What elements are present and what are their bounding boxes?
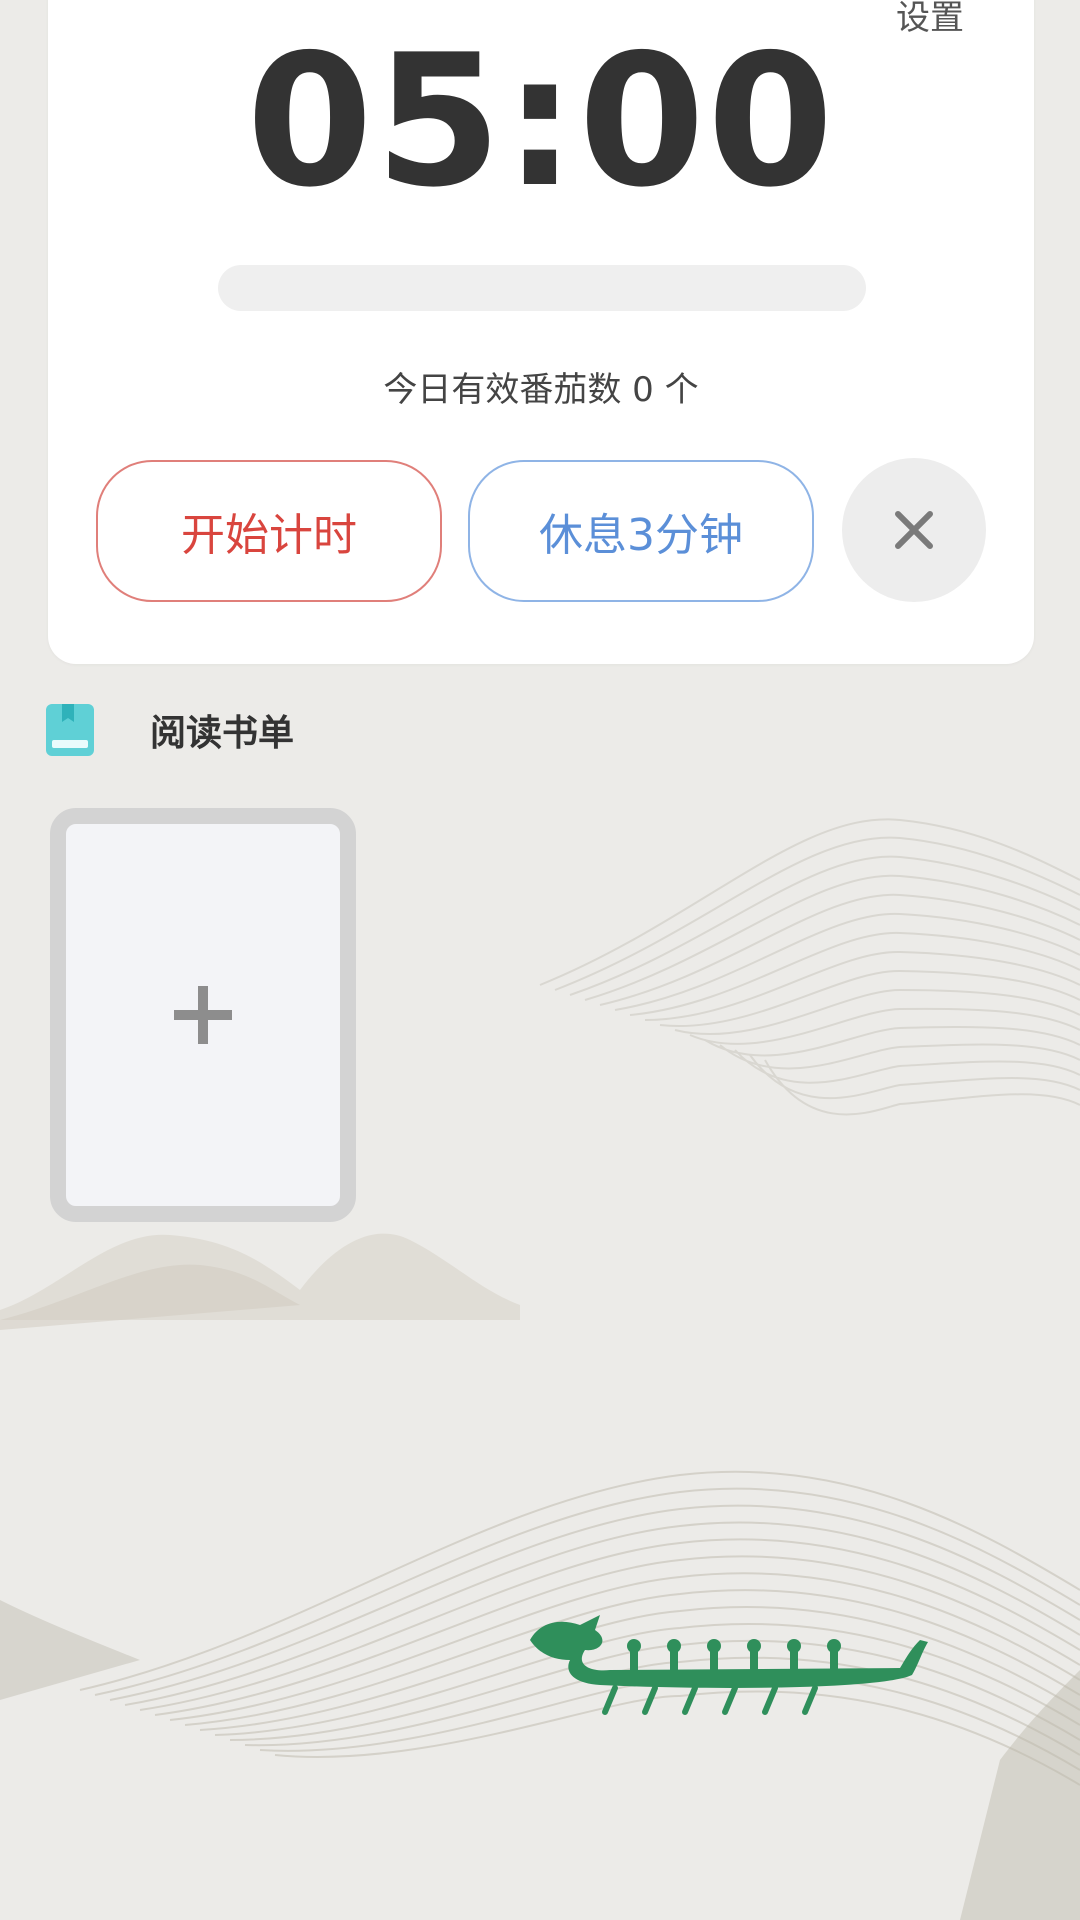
timer-progress-bar [218, 265, 866, 311]
reading-list-title: 阅读书单 [150, 713, 295, 754]
plus-icon [174, 986, 232, 1044]
timer-display: 05:00 [246, 15, 836, 227]
add-book-button[interactable] [50, 808, 356, 1222]
start-timer-button[interactable]: 开始计时 [96, 460, 442, 602]
book-icon [46, 704, 94, 756]
close-icon [895, 511, 933, 549]
pomodoro-timer-card: 设置 05:00 今日有效番茄数 0 个 开始计时 休息3分钟 [48, 0, 1034, 664]
reading-list-header: 阅读书单 [46, 702, 294, 758]
close-button[interactable] [842, 458, 986, 602]
rest-3min-button[interactable]: 休息3分钟 [468, 460, 814, 602]
pomodoro-count-text: 今日有效番茄数 0 个 [383, 370, 699, 410]
